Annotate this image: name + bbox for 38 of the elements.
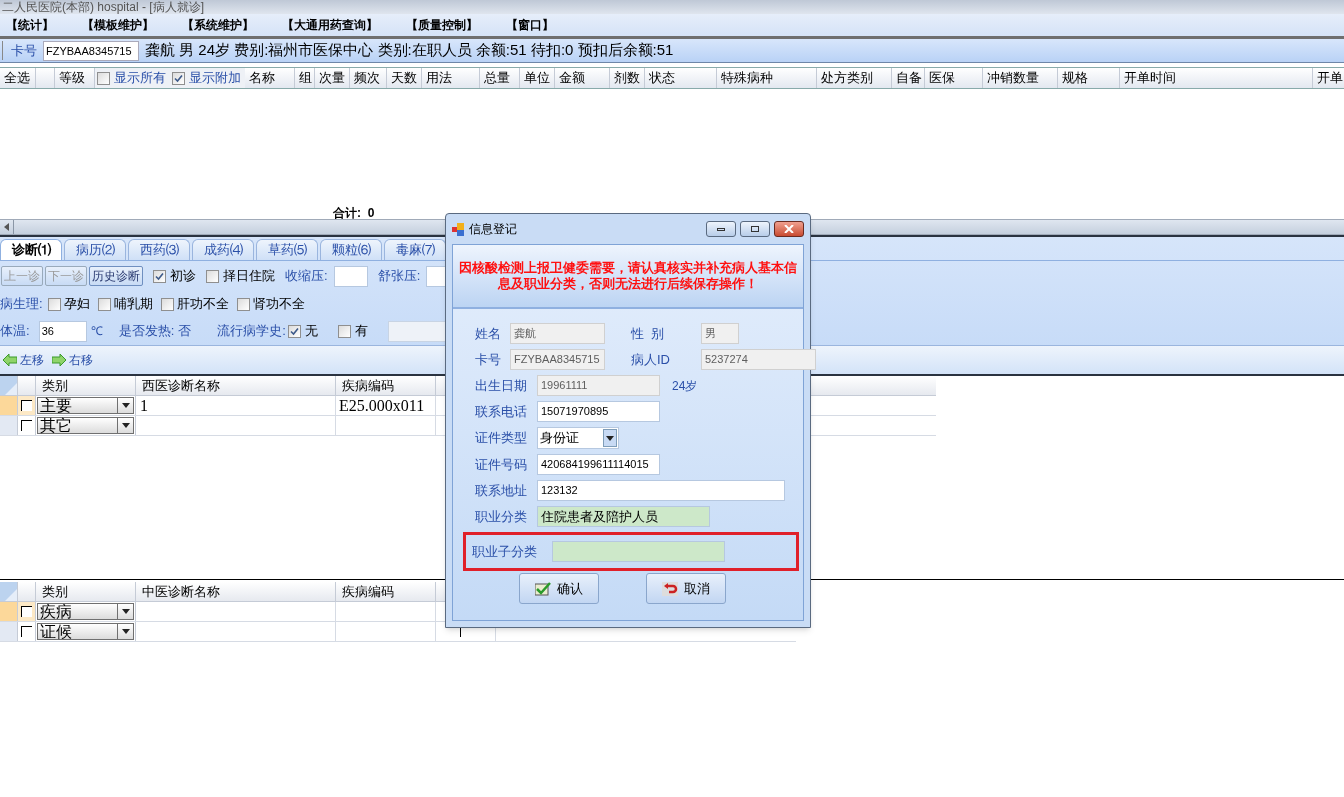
column-label: 显示所有	[114, 69, 166, 88]
field-label: 姓名	[475, 324, 502, 343]
field-label: 舒张压:	[377, 267, 421, 286]
table-cell: E25.000x011	[336, 396, 436, 415]
field-label: 收缩压:	[285, 267, 328, 286]
unit-text: ℃	[90, 323, 103, 340]
field-label: 流行病学史:	[217, 322, 286, 341]
table-cell: 1	[136, 396, 336, 415]
field-label: 性 别	[631, 324, 666, 343]
checkbox-label: 初诊	[170, 267, 196, 286]
total-text: 合计: 0	[333, 207, 375, 219]
field-label: 是否发热:	[118, 322, 175, 341]
patient-summary: 龚航 男 24岁 费别:福州市医保中心 类别:在职人员 余额:51 待扣:0 预扣后余额:51	[145, 40, 674, 61]
checkbox-label: 孕妇	[63, 295, 90, 314]
checkbox-label: 无	[304, 322, 318, 341]
fever-value: 否	[178, 322, 192, 341]
field-label: 卡号	[475, 350, 502, 369]
card-label: 卡号	[2, 40, 37, 61]
field-label: 职业子分类	[472, 542, 538, 561]
age-text: 24岁	[672, 377, 698, 395]
checkbox-label: 择日住院	[223, 267, 275, 286]
warning-message: 因核酸检测上报卫健委需要，请认真核实并补充病人基本信息及职业分类，否则无法进行后续保存操作！	[458, 260, 798, 292]
field-label: 病人ID	[631, 350, 671, 369]
column-label: 显示附加	[189, 69, 241, 88]
field-label: 联系电话	[475, 402, 528, 421]
field-label: 体温:	[0, 322, 30, 341]
checkbox-label: 哺乳期	[113, 295, 153, 314]
field-label: 证件类型	[475, 429, 528, 448]
field-label: 病生理:	[0, 295, 43, 314]
field-label: 出生日期	[475, 376, 528, 395]
field-label: 联系地址	[475, 481, 528, 500]
checkbox-label: 肾功不全	[252, 295, 305, 314]
field-label: 证件号码	[475, 455, 528, 474]
checkbox-label: 有	[354, 322, 368, 341]
checkbox-label: 肝功不全	[176, 295, 229, 314]
window-title: 二人民医院(本部) hospital - [病人就诊]	[1, 1, 205, 13]
dialog-title: 信息登记	[469, 221, 518, 238]
field-label: 职业分类	[475, 507, 528, 526]
